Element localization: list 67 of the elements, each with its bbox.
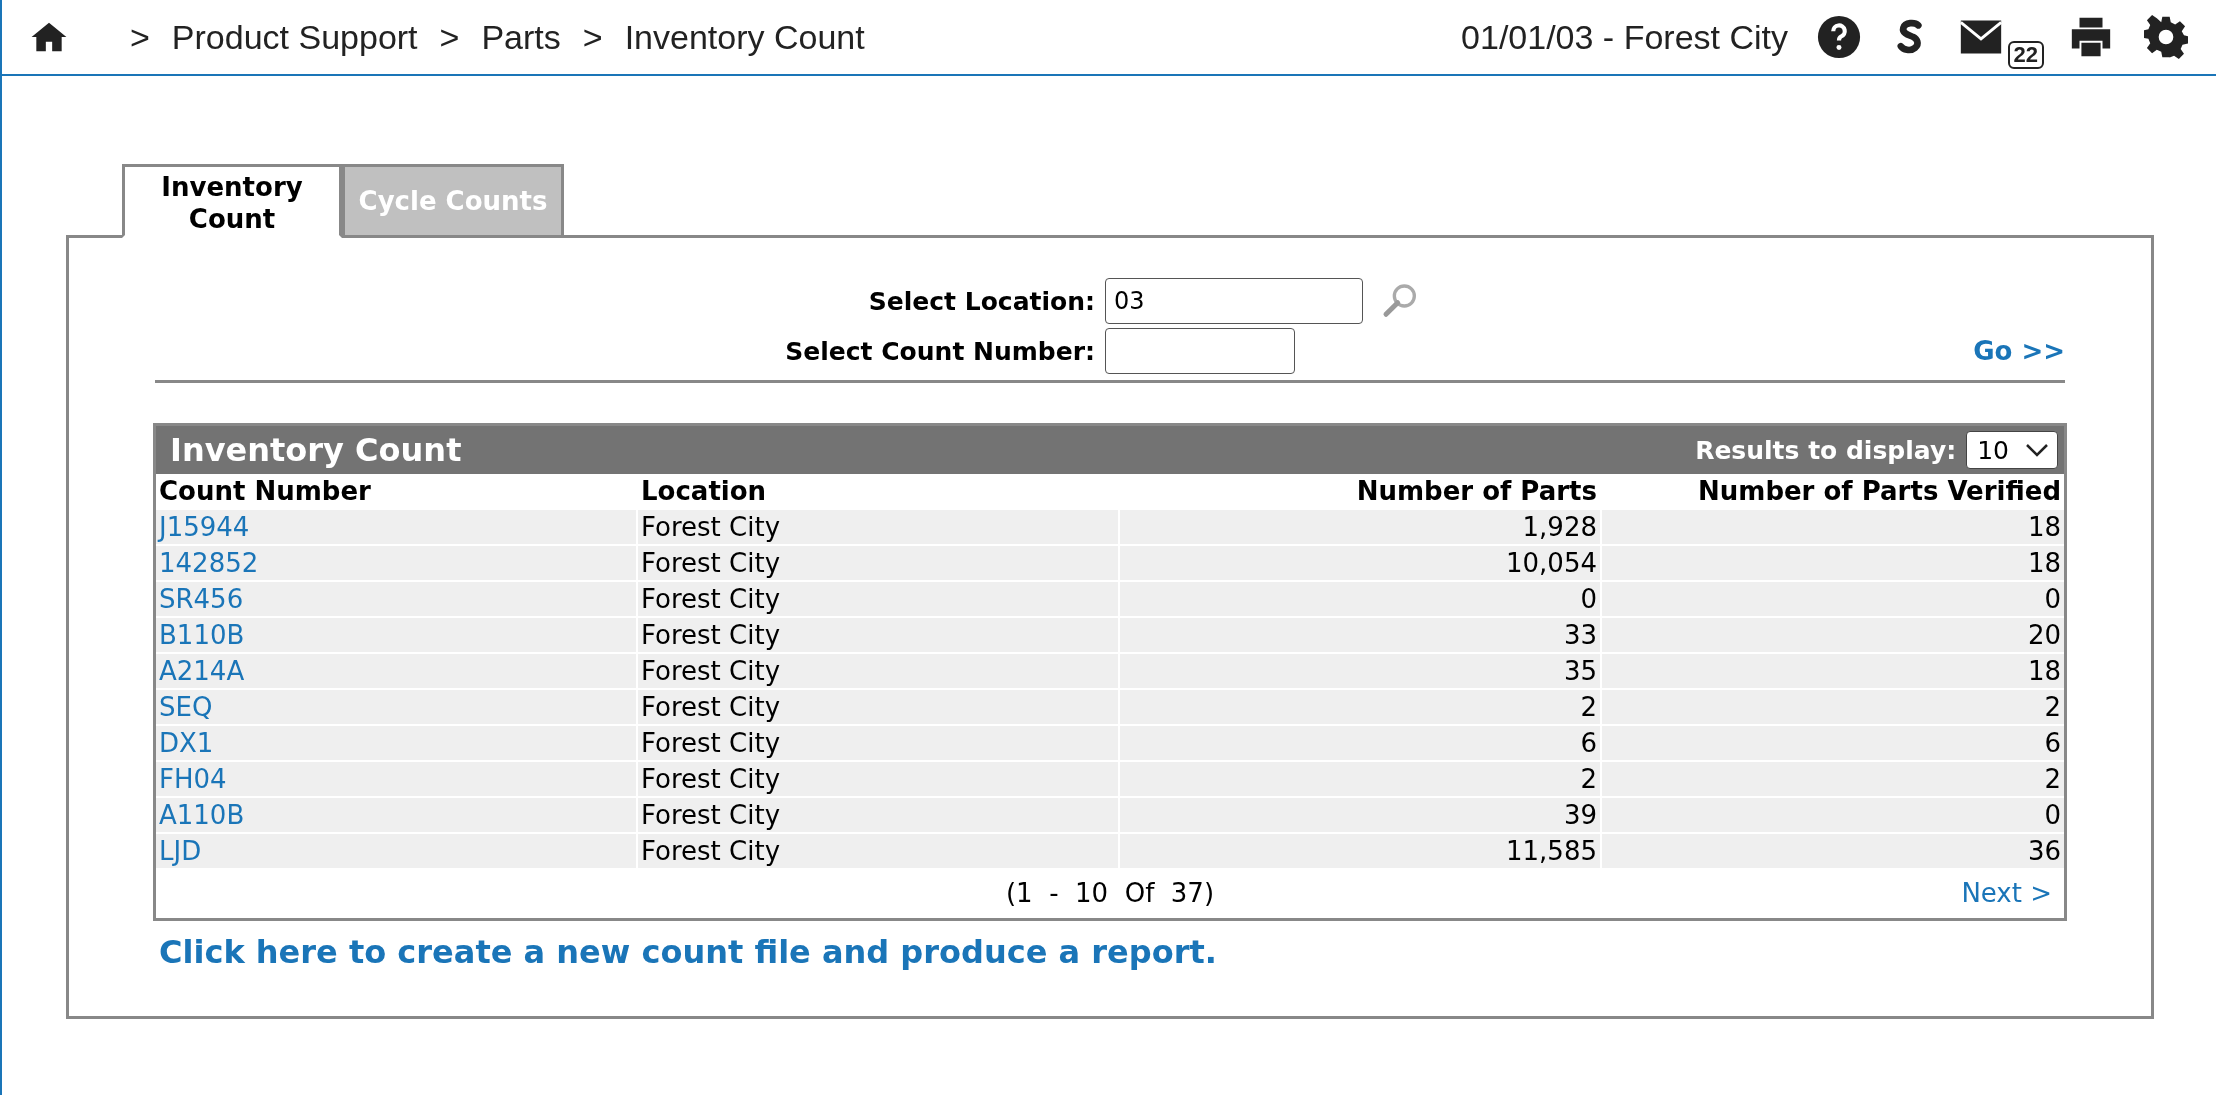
count-number-link[interactable]: J15944 (159, 512, 250, 542)
count-number-link[interactable]: A110B (159, 800, 245, 830)
table-cell: 2 (1602, 762, 2064, 796)
table-cell: 2 (1120, 690, 1600, 724)
column-header: Number of Parts (1355, 475, 1598, 508)
table-cell: 0 (1120, 582, 1600, 616)
table-cell: Forest City (638, 582, 1118, 616)
table-cell: Forest City (638, 510, 1118, 544)
table-cell: Forest City (638, 834, 1118, 868)
table-cell: 18 (1602, 510, 2064, 544)
field-label: Select Location: (867, 286, 1095, 316)
table-cell: 2 (1602, 690, 2064, 724)
settings-icon[interactable] (2144, 15, 2188, 59)
breadcrumb-link[interactable]: Parts (481, 17, 561, 57)
table-cell: Forest City (638, 654, 1118, 688)
field-label: Select Count Number: (784, 336, 1095, 366)
count-number-link[interactable]: SEQ (159, 692, 213, 722)
table-cell: 0 (1602, 582, 2064, 616)
date-location: 01/01/03 - Forest City (1461, 17, 1788, 57)
table-title: Inventory Count (170, 431, 462, 469)
table-cell: 11,585 (1120, 834, 1600, 868)
go-link[interactable]: Go >> (1973, 336, 2065, 366)
table-cell: 6 (1602, 726, 2064, 760)
column-header: Number of Parts Verified (1697, 475, 2062, 508)
table-cell: 10,054 (1120, 546, 1600, 580)
table-cell: 20 (1602, 618, 2064, 652)
table-cell: Forest City (638, 762, 1118, 796)
breadcrumb-separator: > (439, 17, 460, 57)
table-cell: Forest City (638, 798, 1118, 832)
column-header: Count Number (158, 475, 372, 508)
table-cell: 1,928 (1120, 510, 1600, 544)
help-icon[interactable] (1816, 14, 1862, 60)
input-field[interactable] (1105, 328, 1295, 374)
table-cell: 35 (1120, 654, 1600, 688)
breadcrumb-separator: > (130, 17, 150, 57)
table-cell: Forest City (638, 546, 1118, 580)
results-label: Results to display: (1695, 435, 1957, 465)
breadcrumb-link[interactable]: Inventory Count (624, 17, 865, 57)
create-count-link[interactable]: Click here to create a new count file and produce a report. (159, 933, 1217, 971)
next-link[interactable]: Next > (1961, 878, 2052, 908)
results-select[interactable]: 10 (1966, 431, 2058, 469)
breadcrumb-link[interactable]: Product Support (171, 17, 418, 57)
table-cell: 33 (1120, 618, 1600, 652)
table-cell: 39 (1120, 798, 1600, 832)
input-field[interactable]: 03 (1105, 278, 1363, 324)
pagination-info: (1 - 10 Of 37) (1005, 878, 1215, 908)
count-number-link[interactable]: B110B (159, 620, 245, 650)
table-cell: 2 (1120, 762, 1600, 796)
count-number-link[interactable]: A214A (159, 656, 245, 686)
table-cell: Forest City (638, 690, 1118, 724)
mail-count-badge: 22 (2007, 41, 2044, 69)
table-cell: 0 (1602, 798, 2064, 832)
table-cell: 18 (1602, 654, 2064, 688)
chevron-down-icon (2025, 443, 2049, 457)
table-cell: 36 (1602, 834, 2064, 868)
table-cell: Forest City (638, 618, 1118, 652)
count-number-link[interactable]: DX1 (159, 728, 214, 758)
breadcrumb-separator: > (582, 17, 603, 57)
column-header: Location (640, 475, 768, 508)
table-cell: 18 (1602, 546, 2064, 580)
count-number-link[interactable]: FH04 (159, 764, 227, 794)
count-number-link[interactable]: SR456 (159, 584, 244, 614)
table-cell: Forest City (638, 726, 1118, 760)
tab[interactable]: Inventory Count (122, 164, 342, 238)
count-number-link[interactable]: 142852 (159, 548, 259, 578)
table-cell: 6 (1120, 726, 1600, 760)
count-number-link[interactable]: LJD (159, 836, 202, 866)
